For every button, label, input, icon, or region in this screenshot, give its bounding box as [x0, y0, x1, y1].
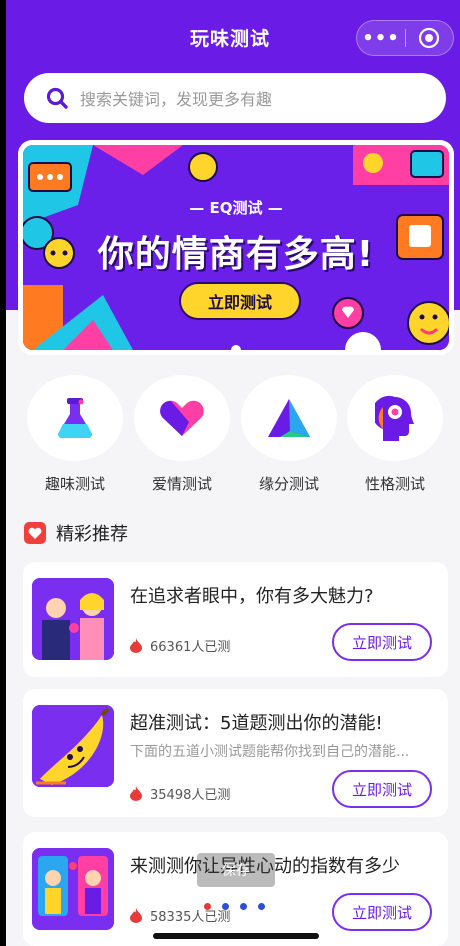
heart-icon: [160, 400, 204, 436]
target-icon[interactable]: [406, 21, 453, 55]
category-label: 缘分测试: [258, 475, 319, 493]
fire-icon: [130, 786, 142, 801]
category-love[interactable]: 爱情测试: [134, 375, 230, 494]
fire-icon: [130, 638, 142, 653]
toast-message: 保存: [197, 853, 275, 887]
top-bar: 玩味测试 •••: [0, 0, 460, 76]
loading-dots: [204, 903, 276, 910]
loading-dot: [258, 903, 265, 910]
category-icon-wrap: [27, 375, 123, 461]
fire-icon: [130, 908, 142, 923]
miniprogram-capsule: •••: [356, 20, 454, 56]
search-input[interactable]: 搜索关键词，发现更多有趣: [80, 86, 272, 110]
heart-badge-icon: [24, 522, 46, 544]
loading-dot: [222, 903, 229, 910]
card-count: 35498人已测: [130, 784, 230, 803]
card-thumbnail: [32, 578, 114, 660]
test-card[interactable]: 超准测试：5道题测出你的潜能! 下面的五道小测试题能帮你找到自己的潜能... 3…: [23, 689, 448, 817]
category-label: 爱情测试: [151, 475, 212, 493]
head-icon: [375, 395, 414, 441]
card-count-text: 35498人已测: [150, 788, 231, 803]
section-title: 精彩推荐: [56, 524, 128, 545]
card-count-text: 66361人已测: [150, 640, 231, 655]
home-indicator[interactable]: [153, 933, 319, 939]
card-title: 超准测试：5道题测出你的潜能!: [130, 713, 383, 734]
search-bar[interactable]: 搜索关键词，发现更多有趣: [24, 73, 446, 123]
screen-edge: [0, 0, 6, 946]
banner-art: — EQ测试 — 你的情商有多高! 立即测试: [23, 145, 449, 350]
category-icon-wrap: [134, 375, 230, 461]
card-description: 下面的五道小测试题能帮你找到自己的潜能...: [130, 744, 410, 760]
card-start-button[interactable]: 立即测试: [332, 623, 432, 661]
banner-title: 你的情商有多高!: [97, 234, 375, 275]
triangle-icon: [268, 399, 310, 437]
category-label: 趣味测试: [44, 475, 105, 493]
search-icon: [46, 87, 68, 109]
category-label: 性格测试: [364, 475, 425, 493]
test-card[interactable]: 在追求者眼中，你有多大魅力? 66361人已测 立即测试: [23, 562, 448, 677]
card-thumbnail: [32, 705, 114, 787]
card-thumbnail: [32, 848, 114, 930]
category-fate[interactable]: 缘分测试: [241, 375, 337, 494]
banner-start-button[interactable]: 立即测试: [179, 282, 301, 320]
loading-dot: [204, 903, 211, 910]
loading-dot: [240, 903, 247, 910]
section-header: 精彩推荐: [24, 520, 128, 546]
test-card[interactable]: 来测测你让异性心动的指数有多少 58335人已测 立即测试: [23, 832, 448, 946]
card-start-button[interactable]: 立即测试: [332, 893, 432, 931]
promo-banner[interactable]: — EQ测试 — 你的情商有多高! 立即测试: [18, 140, 454, 355]
category-icon-wrap: [241, 375, 337, 461]
flask-icon: [58, 398, 92, 438]
category-row: 趣味测试 爱情测试 缘分测试 性格测试: [0, 375, 460, 505]
card-title: 在追求者眼中，你有多大魅力?: [130, 586, 374, 607]
category-fun[interactable]: 趣味测试: [27, 375, 123, 494]
more-dots-icon[interactable]: •••: [357, 21, 405, 55]
category-personality[interactable]: 性格测试: [347, 375, 443, 494]
banner-subtitle: — EQ测试 —: [189, 199, 283, 217]
category-icon-wrap: [347, 375, 443, 461]
card-count: 66361人已测: [130, 636, 230, 655]
card-start-button[interactable]: 立即测试: [332, 770, 432, 808]
